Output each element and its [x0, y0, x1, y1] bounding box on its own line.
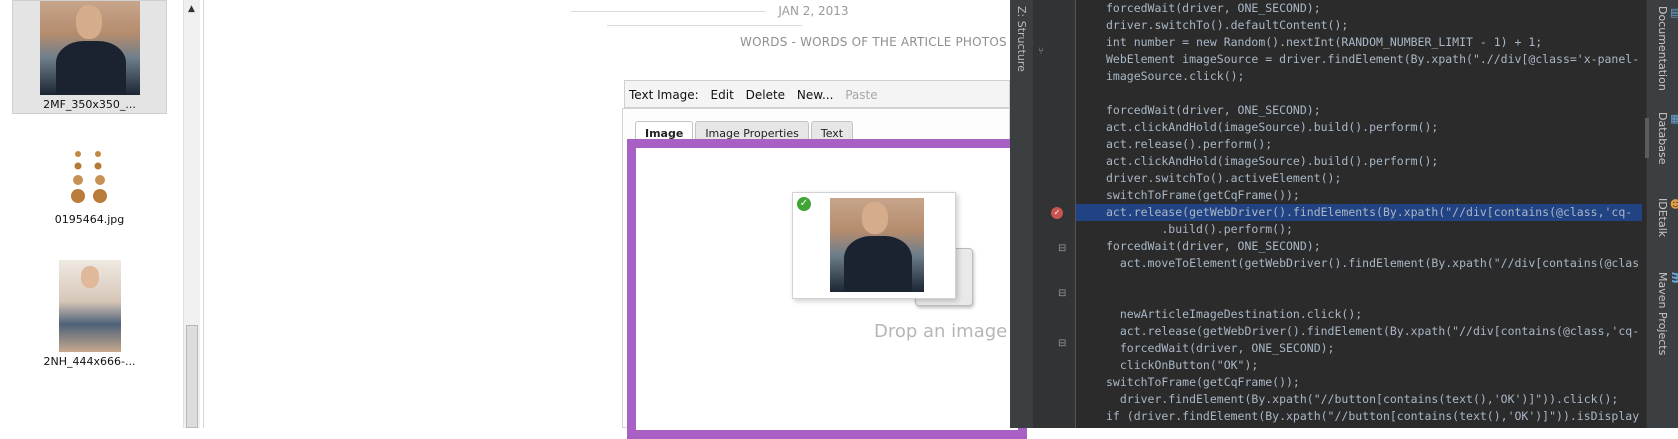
code-scroll-marker[interactable] — [1645, 118, 1649, 158]
image-component: Image Image Properties Text ✓ Drop an imag… — [622, 108, 1027, 439]
code-line: forcedWait(driver, ONE_SECOND); — [1106, 1, 1321, 15]
maven-projects-tab[interactable]: m Maven Projects — [1656, 272, 1678, 355]
documentation-tab-label: Documentation — [1656, 6, 1669, 91]
code-line: act.release(getWebDriver().findElement(B… — [1106, 324, 1640, 338]
dragged-image-thumbnail — [830, 198, 924, 292]
asset-caption: 2NH_444x666-... — [43, 355, 136, 368]
idetalk-icon: ☻ — [1669, 198, 1678, 211]
code-line: imageSource.click(); — [1106, 69, 1245, 83]
asset-list: 2MF_350x350_... 0195464.jpg 2NH_444x666-… — [0, 0, 183, 428]
image-toolbar: Text Image: Edit Delete New... Paste — [624, 80, 1010, 108]
asset-caption: 0195464.jpg — [54, 213, 125, 226]
fold-icon[interactable]: ⊟ — [1058, 338, 1066, 349]
ide-left-toolstrip: Z: Structure — [1010, 0, 1034, 428]
code-line: switchToFrame(getCqFrame()); — [1106, 188, 1300, 202]
code-line: driver.switchTo().activeElement(); — [1106, 171, 1342, 185]
code-line: driver.findElement(By.xpath("//button[co… — [1106, 392, 1619, 406]
code-line: act.moveToElement(getWebDriver().findEle… — [1106, 256, 1640, 270]
drop-hint: Drop an image — [874, 321, 1008, 342]
structure-icon: ⑂ — [1038, 46, 1044, 57]
idetalk-tab[interactable]: ☻ IDEtalk — [1656, 198, 1678, 237]
code-line: WebElement imageSource = driver.findElem… — [1106, 52, 1640, 66]
dragged-image[interactable]: ✓ — [792, 192, 956, 299]
maven-projects-tab-label: Maven Projects — [1656, 272, 1669, 356]
code-line: act.clickAndHold(imageSource).build().pe… — [1106, 120, 1439, 134]
code-line: act.clickAndHold(imageSource).build().pe… — [1106, 154, 1439, 168]
asset-item[interactable]: 2MF_350x350_... — [12, 0, 167, 114]
code-line: forcedWait(driver, ONE_SECOND); — [1106, 239, 1321, 253]
documentation-tab[interactable]: ▤ Documentation — [1656, 6, 1678, 91]
asset-thumbnail — [60, 148, 120, 210]
page-editor: JAN 2, 2013 WORDS - WORDS OF THE ARTICLE… — [204, 0, 1045, 439]
paste-button[interactable]: Paste — [845, 88, 877, 102]
code-line: clickOnButton("OK"); — [1106, 358, 1259, 372]
breakpoint-icon[interactable]: ✓ — [1051, 207, 1063, 219]
scroll-up-icon[interactable]: ▲ — [188, 4, 195, 14]
fold-icon[interactable]: ⊟ — [1058, 288, 1066, 299]
asset-item[interactable]: 2NH_444x666-... — [12, 260, 167, 370]
asset-browser: 2MF_350x350_... 0195464.jpg 2NH_444x666-… — [0, 0, 204, 428]
code-line: act.release().perform(); — [1106, 137, 1273, 151]
code-line: driver.switchTo().defaultContent(); — [1106, 18, 1349, 32]
documentation-icon: ▤ — [1669, 6, 1678, 19]
asset-thumbnail — [58, 260, 121, 352]
code-line: int number = new Random().nextInt(RANDOM… — [1106, 35, 1543, 49]
asset-item[interactable]: 0195464.jpg — [12, 148, 167, 238]
code-line: .build().perform(); — [1106, 222, 1293, 236]
asset-caption: 2MF_350x350_... — [43, 98, 136, 111]
asset-thumbnail — [39, 1, 140, 95]
article-title: WORDS - WORDS OF THE ARTICLE PHOTOS - PH… — [740, 35, 1046, 49]
code-line: forcedWait(driver, ONE_SECOND); — [1106, 103, 1321, 117]
image-dropzone[interactable]: ✓ Drop an image — [627, 139, 1027, 439]
new-button[interactable]: New... — [797, 88, 834, 102]
fold-icon[interactable]: ⊟ — [1058, 243, 1066, 254]
edit-button[interactable]: Edit — [711, 88, 734, 102]
toolbar-label: Text Image: — [629, 88, 699, 102]
structure-tab[interactable]: Z: Structure — [1015, 6, 1028, 72]
ide-right-toolstrip: ▤ Documentation ▦ Database ☻ IDEtalk m M… — [1646, 0, 1678, 428]
delete-button[interactable]: Delete — [746, 88, 785, 102]
code-line: if (driver.findElement(By.xpath("//butto… — [1106, 409, 1640, 423]
database-tab[interactable]: ▦ Database — [1656, 112, 1678, 165]
article-date: JAN 2, 2013 — [464, 4, 944, 32]
code-line: switchToFrame(getCqFrame()); — [1106, 375, 1300, 389]
database-icon: ▦ — [1669, 112, 1678, 125]
code-line: newArticleImageDestination.click(); — [1106, 307, 1363, 321]
code-line-selected: act.release(getWebDriver().findElements(… — [1076, 204, 1642, 221]
maven-icon: m — [1669, 272, 1678, 284]
check-icon: ✓ — [797, 197, 811, 211]
code-line: forcedWait(driver, ONE_SECOND); — [1106, 341, 1335, 355]
editor-gutter: ⑂ ✓ ⊟ ⊟ ⊟ — [1034, 0, 1076, 428]
ide-window: Z: Structure ⑂ ✓ ⊟ ⊟ ⊟ forcedWait(driver… — [1010, 0, 1678, 428]
idetalk-tab-label: IDEtalk — [1656, 198, 1669, 238]
scrollbar-thumb[interactable] — [186, 325, 198, 428]
database-tab-label: Database — [1656, 112, 1669, 165]
asset-scrollbar[interactable]: ▲ — [183, 0, 200, 428]
code-editor[interactable]: forcedWait(driver, ONE_SECOND); driver.s… — [1076, 0, 1642, 428]
